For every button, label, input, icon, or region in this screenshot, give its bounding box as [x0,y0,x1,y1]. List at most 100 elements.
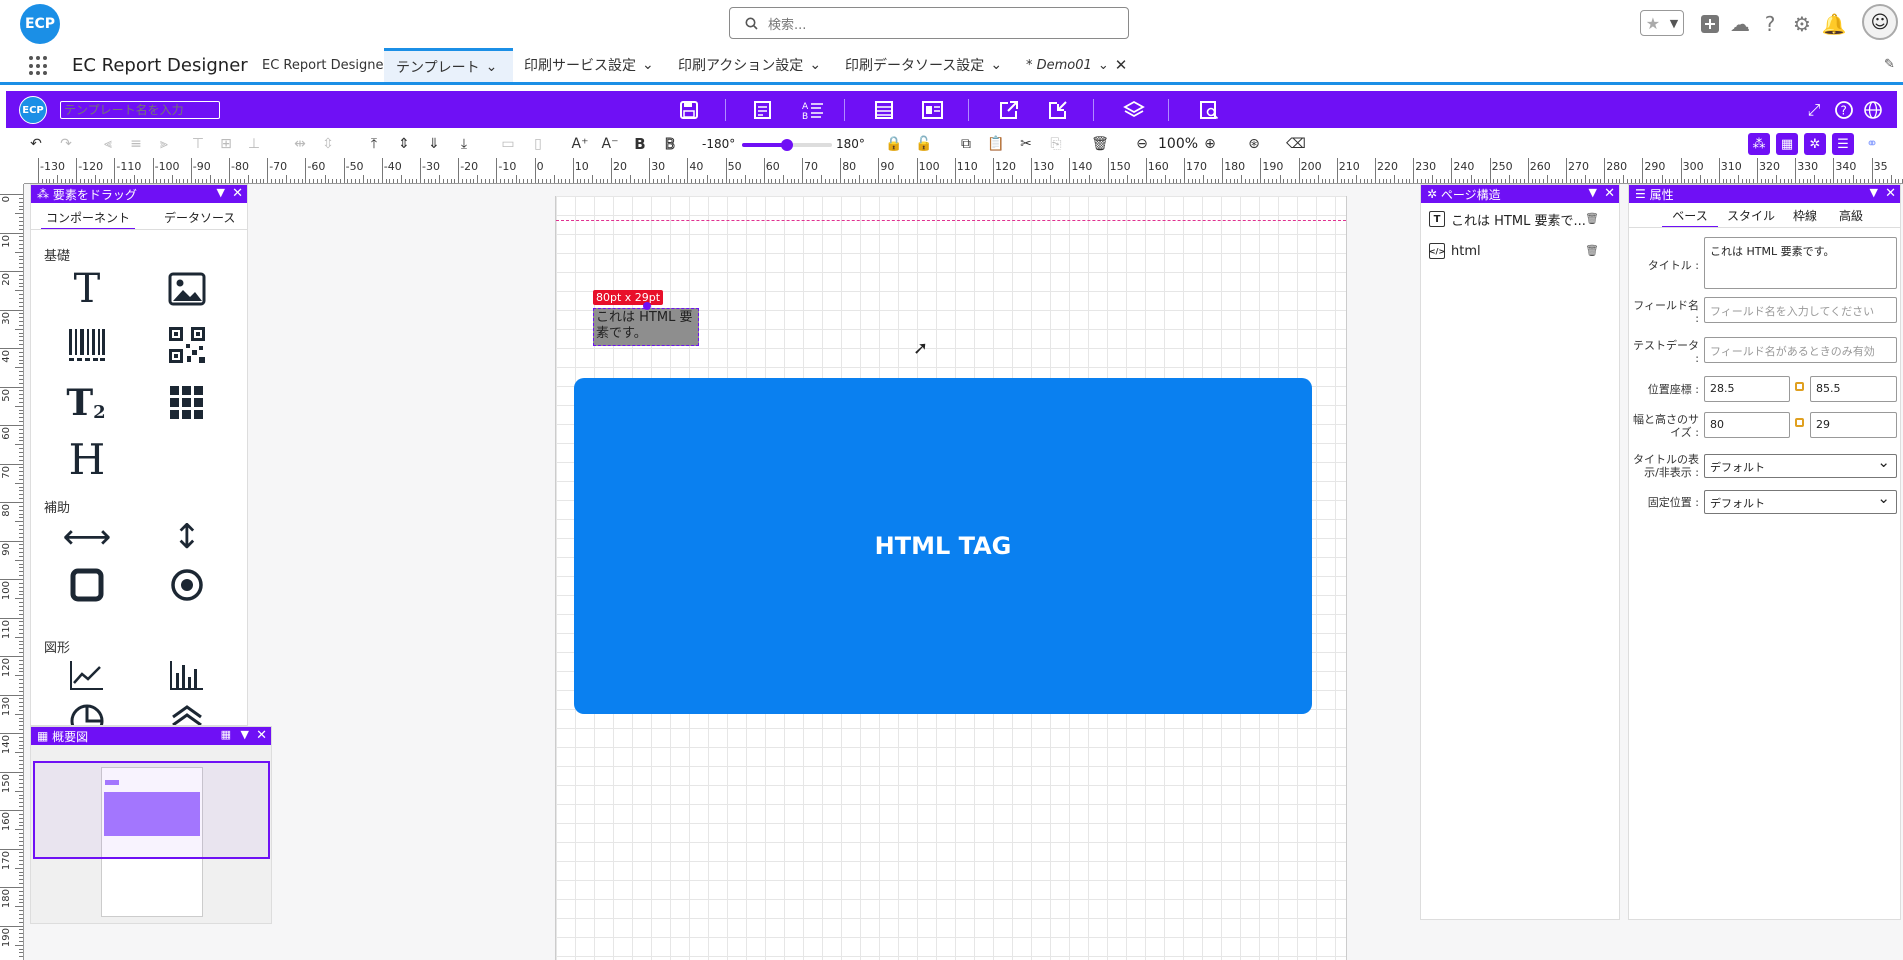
copy-icon[interactable]: ⧉ [956,134,976,154]
pie-chart-icon[interactable] [65,703,109,725]
undo-icon[interactable]: ↶ [26,134,46,154]
paste-icon[interactable]: 📋 [986,134,1006,154]
vertical-line-icon[interactable]: ↕ [165,517,209,557]
collapse-icon[interactable]: ▼ [1870,186,1878,199]
zoom-in-icon[interactable]: ⊕ [1200,134,1220,154]
close-icon[interactable]: ✕ [1115,56,1128,74]
font-increase-icon[interactable]: A⁺ [570,134,590,154]
text-top-icon[interactable]: ⤒ [364,134,384,154]
tab-template[interactable]: テンプレート ⌄ [384,48,513,82]
line-chart-icon[interactable] [65,655,109,695]
align-top-icon[interactable]: ⊤ [188,134,208,154]
tab-border[interactable]: 枠線 [1793,205,1817,226]
trash-icon[interactable]: 🗑 [1585,244,1599,257]
bar-chart-icon[interactable] [165,655,209,695]
test-data-input[interactable]: フィールド名があるときのみ有効 [1704,337,1897,363]
collapse-icon[interactable]: ▼ [217,186,225,199]
rectangle-component-icon[interactable] [65,563,109,607]
tab-print-action[interactable]: 印刷アクション設定 ⌄ [678,48,821,82]
cut-icon[interactable]: ✂ [1016,134,1036,154]
redo-icon[interactable]: ↷ [56,134,76,154]
edit-template-icon[interactable] [750,97,776,123]
text-vcenter-icon[interactable]: ⇕ [394,134,414,154]
height-input[interactable]: 29 [1810,412,1897,438]
lock-icon[interactable]: 🔒 [884,134,904,154]
barcode-component-icon[interactable] [65,323,109,367]
collapse-icon[interactable]: ▼ [1589,186,1597,199]
field-list-icon[interactable]: AB [800,97,826,123]
align-right-icon[interactable]: ⫸ [154,134,174,154]
rotate-slider-handle[interactable] [781,139,793,151]
circle-component-icon[interactable] [165,563,209,607]
add-icon[interactable] [1698,12,1722,36]
text-bottom-icon[interactable]: ⤓ [454,134,474,154]
edit-nav-icon[interactable]: ✎ [1884,57,1895,72]
template-page[interactable]: 80pt x 29pt これは HTML 要素です。 HTML TAG [555,196,1347,960]
save-icon[interactable] [676,97,702,123]
rotate-handle[interactable] [643,302,651,310]
fixed-position-select[interactable]: デフォルト [1704,489,1897,514]
language-icon[interactable] [1860,97,1886,123]
gear-icon[interactable]: ⚙ [1790,12,1814,36]
import-icon[interactable] [1045,97,1071,123]
text-fill-icon[interactable]: ⇓ [424,134,444,154]
close-icon[interactable]: ✕ [232,186,243,201]
overview-panel-toggle-icon[interactable]: ▦ [1776,133,1798,155]
chevron-down-icon[interactable]: ⌄ [990,57,1002,73]
page-layout-icon[interactable] [871,97,897,123]
trash-icon[interactable]: 🗑 [1585,212,1599,225]
zoom-out-icon[interactable]: ⊖ [1132,134,1152,154]
tab-advanced[interactable]: 高級 [1839,205,1863,226]
grid-component-icon[interactable] [165,381,209,425]
print-preview-icon[interactable] [1196,97,1222,123]
bold-button[interactable]: B [630,134,650,154]
app-launcher-icon[interactable] [29,56,49,76]
tab-base[interactable]: ベース [1662,205,1718,228]
avatar[interactable]: ☺ [1862,4,1898,40]
delete-icon[interactable]: 🗑 [1090,134,1110,154]
qrcode-component-icon[interactable] [165,323,209,367]
app-logo[interactable]: ECP [20,4,60,44]
overview-viewport[interactable] [33,761,270,859]
align-center-icon[interactable]: ≡ [126,134,146,154]
cloud-icon[interactable]: ☁ [1728,12,1752,36]
close-icon[interactable]: ✕ [256,728,267,743]
outline-bold-button[interactable]: B [660,134,680,154]
tab-print-service[interactable]: 印刷サービス設定 ⌄ [524,48,654,82]
text-component-icon[interactable]: T [65,266,109,312]
html-text-element[interactable]: これは HTML 要素です。 [593,308,699,346]
position-y-input[interactable]: 85.5 [1810,376,1897,402]
clear-format-icon[interactable]: ⌫ [1286,134,1306,154]
tab-components[interactable]: コンポーネント [41,207,136,230]
tab-style[interactable]: スタイル [1727,205,1775,226]
link-ratio-icon[interactable] [1795,418,1804,427]
structure-panel-toggle-icon[interactable]: ✲ [1804,133,1826,155]
favorites-button[interactable]: ★ ▼ [1640,10,1684,36]
tab-print-datasource[interactable]: 印刷データソース設定 ⌄ [845,48,1002,82]
ungroup-icon[interactable]: ▯ [528,134,548,154]
align-left-icon[interactable]: ⫷ [98,134,118,154]
subscript-text-component-icon[interactable]: T2 [61,381,111,425]
export-icon[interactable] [996,97,1022,123]
align-bottom-icon[interactable]: ⊥ [244,134,264,154]
link-icon[interactable]: ⚭ [1862,134,1882,154]
link-ratio-icon[interactable] [1795,382,1804,391]
title-visibility-select[interactable]: デフォルト [1704,453,1897,478]
chevron-down-icon[interactable]: ⌄ [642,57,654,73]
chevron-down-icon[interactable]: ⌄ [486,59,498,75]
position-x-input[interactable]: 28.5 [1704,376,1790,402]
unlock-icon[interactable]: 🔓 [914,134,934,154]
close-icon[interactable]: ✕ [1885,186,1896,201]
title-textarea[interactable]: これは HTML 要素です。 [1704,237,1897,289]
paste-format-icon[interactable]: ⎘ [1046,134,1066,154]
tab-datasource[interactable]: データソース [159,207,240,228]
components-panel-toggle-icon[interactable]: ⁂ [1748,133,1770,155]
rotate-slider[interactable] [742,139,832,151]
close-icon[interactable]: ✕ [1604,186,1615,201]
bell-icon[interactable]: 🔔 [1822,12,1847,36]
align-middle-icon[interactable]: ⊞ [216,134,236,154]
grid-toggle-icon[interactable]: ▦ [221,728,231,741]
preview-icon[interactable] [920,97,946,123]
image-component-icon[interactable] [165,267,209,311]
help-icon[interactable]: ? [1758,12,1782,36]
